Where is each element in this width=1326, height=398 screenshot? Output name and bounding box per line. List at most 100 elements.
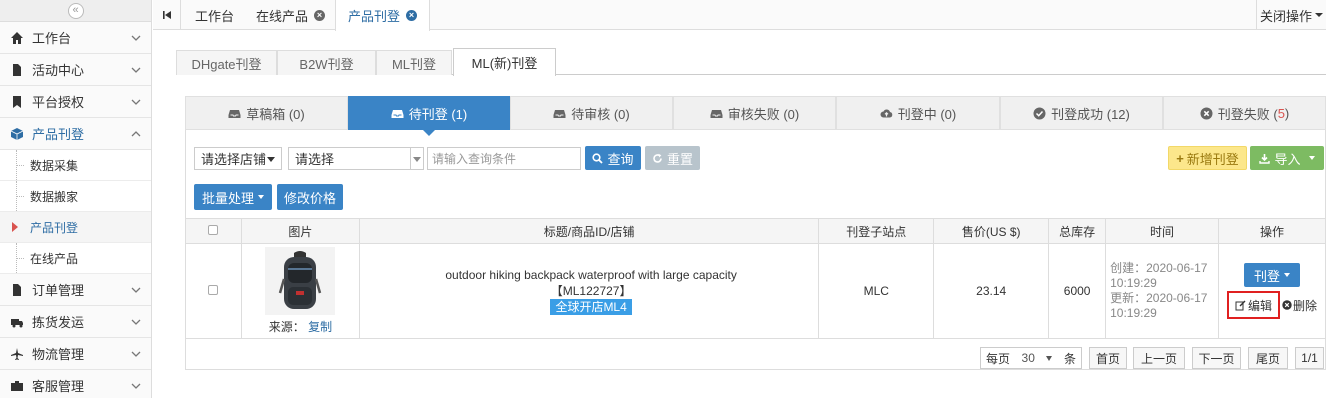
- shop-badge: 全球开店ML4: [550, 299, 632, 315]
- per-page-label: 每页: [986, 351, 1011, 366]
- delete-button[interactable]: 删除: [1282, 297, 1317, 314]
- tab-dhgate[interactable]: DHgate刊登: [176, 50, 277, 75]
- listing-table: 图片 标题/商品ID/店铺 刊登子站点 售价(US $) 总库存 时间 操作 来…: [185, 218, 1326, 339]
- tab-ml-new[interactable]: ML(新)刊登: [453, 48, 556, 76]
- status-tab-draft[interactable]: 草稿箱 (0): [185, 96, 348, 130]
- pager-label: 下一页: [1198, 351, 1235, 366]
- last-page-button[interactable]: 尾页: [1248, 347, 1288, 369]
- sidebar-item-workbench[interactable]: 工作台: [0, 22, 151, 54]
- edit-label: 编辑: [1247, 298, 1272, 313]
- status-tab-label: 刊登失败 (: [1217, 106, 1278, 122]
- tab-scroll-left[interactable]: [153, 0, 181, 30]
- tab-label: DHgate刊登: [191, 56, 262, 72]
- reset-button[interactable]: 重置: [645, 146, 700, 170]
- product-image[interactable]: [265, 247, 336, 315]
- collapse-icon[interactable]: «: [67, 2, 84, 19]
- type-select-value: 请选择: [295, 152, 335, 167]
- file-icon: [13, 63, 21, 76]
- sidebar-item-shipping[interactable]: 拣货发运: [0, 306, 151, 338]
- caret-down-icon: [258, 195, 264, 199]
- search-button-label: 查询: [607, 151, 634, 167]
- status-tab-success[interactable]: 刊登成功 (12): [1000, 96, 1163, 130]
- sidebar-item-listing[interactable]: 产品刊登: [0, 118, 151, 150]
- batch-process-label: 批量处理: [201, 190, 254, 206]
- close-icon[interactable]: ×: [314, 9, 326, 21]
- sidebar-subitem-product-listing[interactable]: 产品刊登: [0, 212, 151, 243]
- next-page-button[interactable]: 下一页: [1192, 347, 1241, 369]
- chevron-down-icon: [131, 319, 141, 325]
- column-header: 总库存: [1048, 218, 1107, 244]
- cube-icon: [10, 127, 24, 140]
- tab-b2w[interactable]: B2W刊登: [277, 50, 376, 75]
- status-tab-label: 刊登成功 (12): [1051, 106, 1130, 122]
- sidebar-collapse[interactable]: «: [0, 0, 151, 22]
- pager-label: 首页: [1095, 351, 1120, 366]
- status-tab-failed[interactable]: 刊登失败 (5): [1163, 96, 1326, 130]
- stock-cell: 6000: [1048, 243, 1107, 339]
- tab-online-products[interactable]: 在线产品 ×: [256, 0, 326, 30]
- status-tab-review-failed[interactable]: 审核失败 (0): [673, 96, 836, 130]
- sidebar-item-label: 订单管理: [32, 283, 85, 298]
- caret-down-icon: [413, 157, 421, 162]
- reset-button-label: 重置: [666, 151, 693, 167]
- import-button[interactable]: 导入: [1250, 146, 1324, 170]
- search-button[interactable]: 查询: [585, 146, 641, 170]
- add-listing-label: 新增刊登: [1186, 151, 1239, 167]
- status-tab-publishing[interactable]: 刊登中 (0): [836, 96, 1000, 130]
- status-tab-label: 审核失败 (0): [727, 106, 800, 122]
- search-icon: [592, 152, 604, 164]
- sidebar-item-orders[interactable]: 订单管理: [0, 274, 151, 306]
- sidebar-item-logistics[interactable]: 物流管理: [0, 338, 151, 370]
- plus-icon: +: [1176, 150, 1184, 166]
- tab-label: 工作台: [195, 8, 235, 24]
- query-input-placeholder: 请输入查询条件: [432, 152, 517, 166]
- type-select[interactable]: 请选择: [288, 147, 424, 170]
- step-backward-icon[interactable]: [162, 10, 172, 20]
- caret-down-icon: [1315, 13, 1323, 17]
- shop-select[interactable]: 请选择店铺: [194, 147, 282, 170]
- column-header: 标题/商品ID/店铺: [358, 218, 820, 244]
- tab-product-listing[interactable]: 产品刊登 ×: [335, 0, 431, 31]
- sidebar-item-activity[interactable]: 活动中心: [0, 54, 151, 86]
- query-input[interactable]: 请输入查询条件: [427, 147, 581, 170]
- per-page-select[interactable]: 每页 30 条: [980, 347, 1082, 369]
- prev-page-button[interactable]: 上一页: [1133, 347, 1185, 369]
- row-checkbox[interactable]: [208, 285, 219, 295]
- select-all-header[interactable]: [185, 218, 242, 244]
- row-select-cell: [185, 243, 242, 339]
- time-cell: 创建：2020-06-17 10:19:29 更新：2020-06-17 10:…: [1105, 243, 1219, 339]
- sidebar-subitem-data-collect[interactable]: 数据采集: [0, 150, 151, 181]
- select-all-checkbox[interactable]: [208, 225, 219, 235]
- sidebar-item-service[interactable]: 客服管理: [0, 370, 151, 398]
- modify-price-button[interactable]: 修改价格: [277, 184, 343, 210]
- chevron-down-icon: [131, 35, 141, 41]
- close-operations-dropdown[interactable]: 关闭操作: [1256, 0, 1326, 30]
- shop-select-value: 请选择店铺: [201, 152, 267, 167]
- batch-process-button[interactable]: 批量处理: [194, 184, 272, 210]
- top-tab-bar: 工作台 在线产品 × 产品刊登 × 关闭操作: [153, 0, 1326, 31]
- status-tab-review[interactable]: 待审核 (0): [510, 96, 673, 130]
- tab-ml[interactable]: ML刊登: [376, 50, 452, 75]
- sidebar-subitem-online-products[interactable]: 在线产品: [0, 243, 151, 274]
- select-divider: [410, 148, 411, 169]
- tab-label: 产品刊登: [348, 9, 401, 24]
- publish-button[interactable]: 刊登: [1244, 263, 1300, 287]
- add-listing-button[interactable]: + 新增刊登: [1168, 146, 1247, 170]
- status-tab-label: 待审核 (0): [571, 106, 630, 122]
- edit-button[interactable]: 编辑: [1226, 291, 1280, 319]
- sidebar-item-auth[interactable]: 平台授权: [0, 86, 151, 118]
- close-icon[interactable]: ×: [406, 10, 418, 21]
- publish-button-label: 刊登: [1253, 268, 1280, 284]
- tab-label: 在线产品: [256, 8, 309, 24]
- delete-label: 删除: [1293, 298, 1318, 313]
- updated-time: 更新：2020-06-17 10:19:29: [1110, 291, 1208, 320]
- first-page-button[interactable]: 首页: [1089, 347, 1127, 369]
- status-tab-pending[interactable]: 待刊登 (1): [348, 96, 510, 136]
- tab-workbench[interactable]: 工作台: [195, 0, 234, 30]
- sidebar-subitem-data-move[interactable]: 数据搬家: [0, 181, 151, 212]
- copy-source-link[interactable]: 复制: [308, 320, 332, 334]
- import-label: 导入: [1274, 151, 1301, 167]
- sidebar-item-label: 客服管理: [32, 379, 85, 394]
- edit-icon: [1235, 300, 1246, 310]
- close-ops-label: 关闭操作: [1259, 8, 1312, 24]
